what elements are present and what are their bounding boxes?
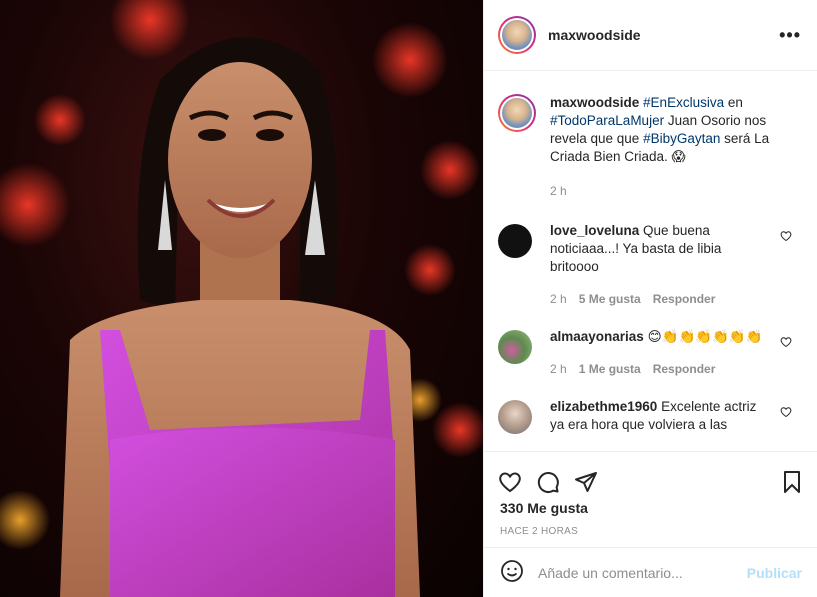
commenter-avatar[interactable] <box>498 224 532 258</box>
caption-text: en <box>724 95 743 110</box>
more-options-icon[interactable]: ••• <box>779 25 801 46</box>
post-header: maxwoodside ••• <box>484 0 817 71</box>
photo-illustration <box>0 0 483 597</box>
post-actions: 330 Me gusta HACE 2 HORAS <box>484 451 817 547</box>
comment-time[interactable]: 2 h <box>550 290 567 308</box>
caption-time[interactable]: 2 h <box>550 182 790 200</box>
comment-like-icon[interactable] <box>780 230 792 242</box>
comment-icon[interactable] <box>536 470 560 494</box>
comment-likes[interactable]: 1 Me gusta <box>579 360 641 378</box>
commenter-avatar[interactable] <box>498 400 532 434</box>
likes-count[interactable]: 330 Me gusta <box>484 500 817 516</box>
emoji-icon[interactable] <box>500 559 524 586</box>
author-username[interactable]: maxwoodside <box>548 27 641 43</box>
commenter-username[interactable]: love_loveluna <box>550 223 639 238</box>
reply-button[interactable]: Responder <box>653 290 716 308</box>
post-timestamp[interactable]: HACE 2 HORAS <box>484 526 817 537</box>
commenter-avatar[interactable] <box>498 330 532 364</box>
comment-text: 😊👏👏👏👏👏👏 <box>643 329 763 344</box>
reply-button[interactable]: Responder <box>653 360 716 378</box>
comment-item: almaayonarias 😊👏👏👏👏👏👏 2 h 1 Me gusta Res… <box>484 328 817 378</box>
comment-like-icon[interactable] <box>780 336 792 348</box>
commenter-username[interactable]: almaayonarias <box>550 329 644 344</box>
hashtag-link[interactable]: #BibyGaytan <box>643 131 720 146</box>
comments-list[interactable]: maxwoodside #EnExclusiva en #TodoParaLaM… <box>484 72 817 452</box>
hashtag-link[interactable]: #EnExclusiva <box>643 95 724 110</box>
comment-input[interactable]: Añade un comentario... <box>538 565 747 581</box>
publish-button[interactable]: Publicar <box>747 565 802 581</box>
comment-item: love_loveluna Que buena noticiaaa...! Ya… <box>484 222 817 308</box>
caption-avatar[interactable] <box>498 94 536 132</box>
comment-time[interactable]: 2 h <box>550 360 567 378</box>
caption-username[interactable]: maxwoodside <box>550 95 639 110</box>
commenter-username[interactable]: elizabethme1960 <box>550 399 657 414</box>
hashtag-link[interactable]: #TodoParaLaMujer <box>550 113 664 128</box>
share-icon[interactable] <box>574 470 598 494</box>
add-comment-bar: Añade un comentario... Publicar <box>484 547 817 597</box>
post-caption: maxwoodside #EnExclusiva en #TodoParaLaM… <box>484 72 817 200</box>
comment-item: elizabethme1960 Excelente actriz ya era … <box>484 398 817 434</box>
bookmark-icon[interactable] <box>780 470 804 494</box>
comment-like-icon[interactable] <box>780 406 792 418</box>
comment-likes[interactable]: 5 Me gusta <box>579 290 641 308</box>
author-avatar[interactable] <box>498 16 536 54</box>
post-photo[interactable] <box>0 0 483 597</box>
heart-icon[interactable] <box>498 470 522 494</box>
post-panel: maxwoodside ••• maxwoodside #EnExclusiva… <box>483 0 817 597</box>
